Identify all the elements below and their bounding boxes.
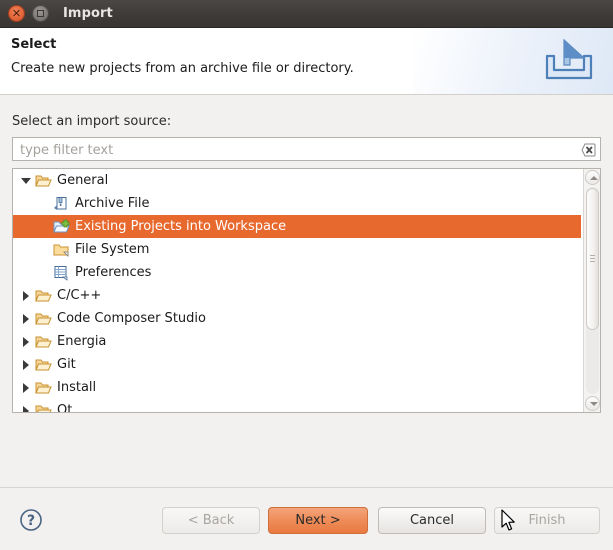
title-bar: ✕ Import [0, 0, 613, 28]
twisty-spacer [39, 268, 49, 278]
import-source-tree[interactable]: General Archive File Existing Projects int… [12, 168, 601, 413]
help-icon[interactable]: ? [19, 508, 43, 532]
svg-text:?: ? [27, 513, 35, 529]
tree-item-install[interactable]: Install [13, 376, 583, 399]
filter-field-wrapper[interactable] [12, 137, 601, 161]
tree-item-label: Qt [57, 403, 72, 412]
tree-item-label: Energia [57, 334, 106, 349]
expand-twisty-icon[interactable] [21, 337, 31, 347]
next-button[interactable]: Next > [268, 507, 368, 534]
tree-item-preferences[interactable]: Preferences [13, 261, 583, 284]
expand-twisty-icon[interactable] [21, 406, 31, 413]
expand-twisty-icon[interactable] [21, 291, 31, 301]
tree-vertical-scrollbar[interactable] [583, 169, 600, 412]
tree-item-label: File System [75, 242, 149, 257]
folder-open-icon [35, 403, 52, 413]
close-icon[interactable]: ✕ [8, 5, 25, 22]
tree-item-git[interactable]: Git [13, 353, 583, 376]
folder-open-icon [35, 380, 52, 396]
maximize-square-glyph [37, 10, 44, 17]
scrollbar-thumb[interactable] [586, 188, 599, 330]
tree-item-label: C/C++ [57, 288, 101, 303]
tree-item-label: General [57, 173, 108, 188]
folder-open-icon [35, 334, 52, 350]
tree-item-existing-projects-into-workspace[interactable]: Existing Projects into Workspace [13, 215, 581, 238]
filter-input[interactable] [18, 138, 572, 162]
tree-item-archive-file[interactable]: Archive File [13, 192, 583, 215]
folder-icon [53, 242, 70, 258]
preferences-icon [53, 265, 70, 281]
scrollbar-grip-icon [590, 255, 595, 261]
tree-item-label: Git [57, 357, 76, 372]
dialog-body: Select an import source: General Archive … [0, 95, 613, 487]
finish-button[interactable]: Finish [494, 507, 600, 534]
scroll-down-arrow-icon[interactable] [585, 396, 600, 411]
tree-item-label: Archive File [75, 196, 150, 211]
window-title: Import [63, 6, 113, 21]
tree-item-general[interactable]: General [13, 169, 583, 192]
tree-item-label: Existing Projects into Workspace [75, 219, 286, 234]
tree-item-file-system[interactable]: File System [13, 238, 583, 261]
tree-item-code-composer-studio[interactable]: Code Composer Studio [13, 307, 583, 330]
scroll-up-arrow-icon[interactable] [585, 170, 600, 185]
back-button[interactable]: < Back [162, 507, 260, 534]
folder-open-icon [35, 311, 52, 327]
import-source-label: Select an import source: [12, 114, 171, 129]
tree-item-qt[interactable]: Qt [13, 399, 583, 412]
page-description: Create new projects from an archive file… [11, 61, 354, 76]
twisty-spacer [39, 245, 49, 255]
page-title: Select [11, 37, 56, 52]
wizard-header: Select Create new projects from an archi… [0, 28, 613, 95]
tree-item-energia[interactable]: Energia [13, 330, 583, 353]
clear-field-icon[interactable] [581, 142, 596, 156]
import-wizard-icon [540, 34, 598, 88]
twisty-spacer [39, 199, 49, 209]
twisty-spacer [39, 222, 49, 232]
tree-item-label: Install [57, 380, 96, 395]
collapse-twisty-icon[interactable] [21, 176, 31, 186]
archive-file-icon [53, 196, 70, 212]
folder-open-icon [35, 173, 52, 189]
expand-twisty-icon[interactable] [21, 383, 31, 393]
import-dialog: ✕ Import Select Create new projects from… [0, 0, 613, 550]
maximize-icon[interactable] [32, 5, 49, 22]
tree-rows: General Archive File Existing Projects int… [13, 169, 583, 412]
folder-open-icon [35, 288, 52, 304]
folder-open-icon [35, 357, 52, 373]
tree-item-label: Preferences [75, 265, 151, 280]
folder-import-icon [53, 219, 70, 235]
close-x-glyph: ✕ [9, 6, 24, 21]
cancel-button[interactable]: Cancel [378, 507, 486, 534]
expand-twisty-icon[interactable] [21, 314, 31, 324]
tree-item-label: Code Composer Studio [57, 311, 206, 326]
tree-item-c-c[interactable]: C/C++ [13, 284, 583, 307]
expand-twisty-icon[interactable] [21, 360, 31, 370]
